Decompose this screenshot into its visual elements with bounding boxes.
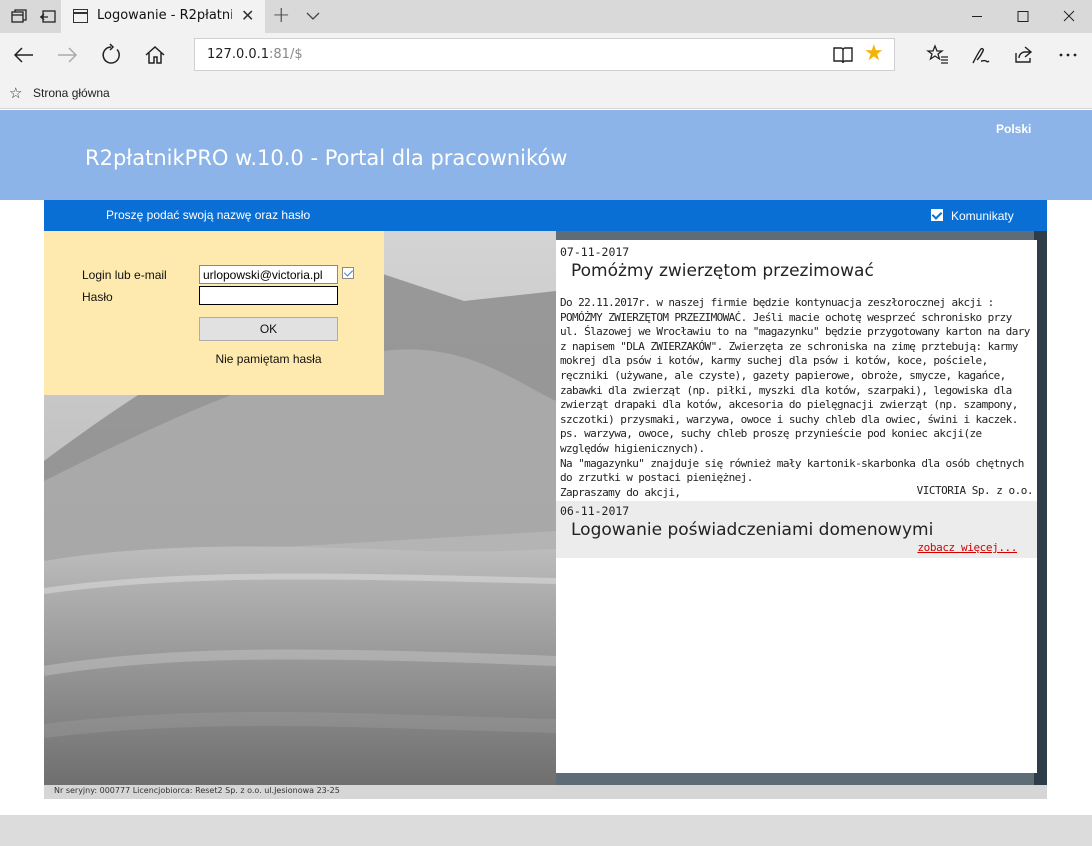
browser-tab-active[interactable]: Logowanie - R2płatnikP ✕ [61,0,265,33]
favorites-bar-item-home[interactable]: Strona główna [33,86,110,100]
login-input[interactable] [199,265,338,284]
news-title: Logowanie poświadczeniami domenowymi [571,520,934,540]
password-label: Hasło [82,290,113,304]
share-icon[interactable] [1012,43,1036,67]
remember-login-checkbox[interactable] [342,267,354,279]
maximize-button[interactable] [1000,0,1046,33]
refresh-icon[interactable] [99,43,123,67]
page-icon [73,9,88,23]
browser-navigation-bar: 127.0.0.1:81/$ ★ [0,33,1092,77]
tab-close-icon[interactable]: ✕ [241,6,254,25]
tab-title: Logowanie - R2płatnikP [97,8,232,23]
news-date: 06-11-2017 [560,504,630,518]
news-item: 07-11-2017 Pomóżmy zwierzętom przezimowa… [556,240,1037,499]
language-link[interactable]: Polski [996,122,1031,136]
url-text: 127.0.0.1:81/$ [207,47,303,62]
forgot-password-link[interactable]: Nie pamiętam hasła [199,352,338,366]
news-signature: VICTORIA Sp. z o.o. [916,484,1034,497]
login-prompt-text: Proszę podać swoją nazwę oraz hasło [106,208,311,222]
address-bar[interactable]: 127.0.0.1:81/$ ★ [194,38,895,71]
login-prompt-bar: Proszę podać swoją nazwę oraz hasło Komu… [44,200,1047,231]
set-aside-tabs-icon[interactable] [38,7,58,27]
bottom-band [0,815,1092,846]
news-item: 06-11-2017 Logowanie poświadczeniami dom… [556,501,1037,558]
more-menu-icon[interactable] [1056,43,1080,67]
app-title: R2płatnikPRO w.10.0 - Portal dla pracown… [85,146,568,170]
new-tab-button[interactable]: + [272,3,290,28]
browser-tab-bar: Logowanie - R2płatnikP ✕ + [0,0,1092,33]
password-input[interactable] [199,286,338,305]
favorites-bar: ☆ Strona główna [0,77,1092,109]
ok-button[interactable]: OK [199,317,338,341]
home-icon[interactable] [143,43,167,67]
news-body: Do 22.11.2017r. w naszej firmie będzie k… [560,296,1030,499]
page-header: R2płatnikPRO w.10.0 - Portal dla pracown… [0,110,1092,200]
see-more-link[interactable]: zobacz więcej... [917,541,1017,554]
notes-pen-icon[interactable] [969,43,993,67]
tab-manager-icon[interactable] [9,7,29,27]
news-title: Pomóżmy zwierzętom przezimować [571,261,874,281]
license-footer: Nr seryjny: 000777 Licencjobiorca: Reset… [44,785,1047,799]
chevron-down-icon[interactable] [306,9,320,23]
serial-number-text: Nr seryjny: 000777 Licencjobiorca: Reset… [54,786,340,795]
minimize-button[interactable] [954,0,1000,33]
favorite-star-icon[interactable]: ★ [864,43,884,65]
messages-label[interactable]: Komunikaty [951,209,1014,223]
close-window-button[interactable] [1046,0,1092,33]
news-date: 07-11-2017 [560,245,630,259]
login-form-panel: Login lub e-mail Hasło OK Nie pamiętam h… [44,231,384,395]
login-label: Login lub e-mail [82,268,167,282]
back-arrow-icon[interactable] [12,43,36,67]
favorites-hub-icon[interactable] [926,43,950,67]
reading-view-icon[interactable] [833,46,853,64]
star-outline-icon: ☆ [9,84,23,102]
page-content: R2płatnikPRO w.10.0 - Portal dla pracown… [0,110,1092,846]
messages-checkbox[interactable] [931,209,943,221]
forward-arrow-icon[interactable] [55,43,79,67]
news-panel: 07-11-2017 Pomóżmy zwierzętom przezimowa… [556,240,1037,773]
